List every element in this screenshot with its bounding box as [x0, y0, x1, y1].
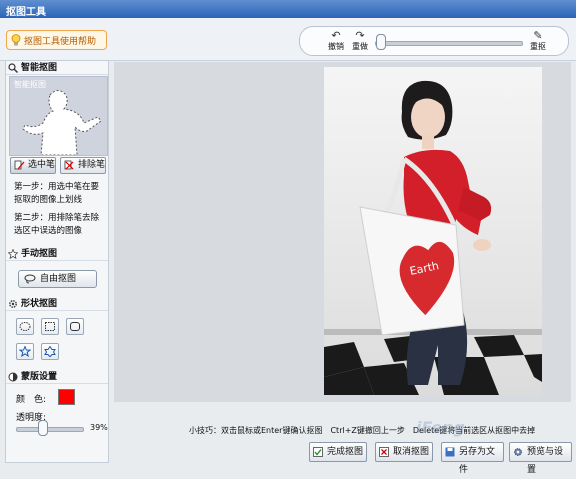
step1-text: 第一步：用选中笔在要抠取的图像上划线 — [14, 182, 100, 205]
window-title: 抠图工具 — [0, 0, 576, 18]
work-canvas[interactable]: Earth — [114, 62, 571, 402]
shape-section-title: 形状抠图 — [6, 297, 108, 311]
mask-icon — [8, 372, 18, 382]
rectangle-icon — [45, 322, 55, 331]
toolbar: 抠图工具使用帮助 ↶ 撤销 ↷ 重做 ✎ 重抠 — [0, 18, 576, 61]
free-select-button[interactable]: 自由抠图 — [18, 270, 97, 288]
left-panel: 智能抠图 智能抠图 选中笔 排除笔 第一步：用选中笔在要抠取的图像上划线 第二步… — [5, 60, 109, 463]
mask-section-title: 蒙版设置 — [6, 370, 108, 384]
rectangle-shape-button[interactable] — [41, 318, 59, 335]
lightbulb-icon — [11, 34, 21, 46]
star-outline-icon — [8, 249, 18, 259]
cancel-button[interactable]: 取消抠图 — [375, 442, 433, 462]
gear-settings-icon — [514, 448, 522, 456]
gear-icon — [9, 300, 17, 308]
check-icon — [313, 447, 323, 457]
color-label: 颜 色: — [16, 395, 47, 405]
woman-with-bag-photo: Earth — [324, 67, 542, 395]
hexagram-shape-button[interactable] — [41, 343, 59, 360]
thumb-label: 智能抠图 — [14, 80, 46, 89]
rounded-rect-icon — [70, 322, 80, 331]
finish-button[interactable]: 完成抠图 — [309, 442, 367, 462]
undo-label: 撤销 — [328, 42, 344, 51]
zoom-slider-thumb[interactable] — [376, 34, 386, 50]
pen-icon: ✎ — [533, 29, 543, 42]
hexagram-icon — [44, 346, 56, 357]
manual-section-title: 手动抠图 — [6, 247, 108, 261]
save-icon — [445, 447, 455, 457]
star-icon — [19, 346, 31, 357]
step2-text: 第二步：用排除笔去除选区中误选的图像 — [14, 213, 100, 236]
star-shape-button[interactable] — [16, 343, 34, 360]
mask-color-swatch[interactable] — [58, 389, 75, 405]
select-pen-button[interactable]: 选中笔 — [10, 157, 56, 174]
ellipse-shape-button[interactable] — [16, 318, 34, 335]
redo-icon: ↷ — [355, 29, 365, 42]
redo-label: 重做 — [352, 42, 368, 51]
redo-button[interactable]: ↷ 重做 — [350, 29, 370, 53]
smart-section-title: 智能抠图 — [6, 61, 108, 75]
zoom-slider-track[interactable] — [375, 41, 523, 46]
magnifier-icon — [8, 63, 18, 73]
opacity-slider-track[interactable] — [16, 427, 84, 432]
exclude-pen-icon — [64, 160, 74, 170]
lasso-icon — [24, 274, 36, 284]
cancel-icon — [379, 447, 389, 457]
reselect-label: 重抠 — [530, 42, 546, 51]
select-pen-icon — [14, 160, 25, 170]
tip-text: 小技巧：双击鼠标或Enter键确认抠图 Ctrl+Z键撤回上一步 Delete键… — [189, 426, 536, 435]
opacity-slider-thumb[interactable] — [38, 420, 48, 436]
undo-button[interactable]: ↶ 撤销 — [326, 29, 346, 53]
history-zoom-group: ↶ 撤销 ↷ 重做 ✎ 重抠 — [299, 26, 569, 56]
rounded-rect-shape-button[interactable] — [66, 318, 84, 335]
save-as-button[interactable]: 另存为文件 — [441, 442, 504, 475]
exclude-pen-button[interactable]: 排除笔 — [60, 157, 106, 174]
watermark-logo: iFeng — [416, 418, 465, 437]
reselect-button[interactable]: ✎ 重抠 — [528, 29, 548, 53]
photo[interactable]: Earth — [324, 67, 542, 395]
undo-icon: ↶ — [331, 29, 341, 42]
help-label: 抠图工具使用帮助 — [24, 36, 97, 47]
preview-settings-button[interactable]: 预览与设置 — [509, 442, 572, 475]
help-button[interactable]: 抠图工具使用帮助 — [6, 30, 107, 50]
smart-thumbnail: 智能抠图 — [9, 76, 108, 156]
opacity-value: 39% — [90, 423, 108, 432]
ellipse-icon — [19, 322, 31, 331]
